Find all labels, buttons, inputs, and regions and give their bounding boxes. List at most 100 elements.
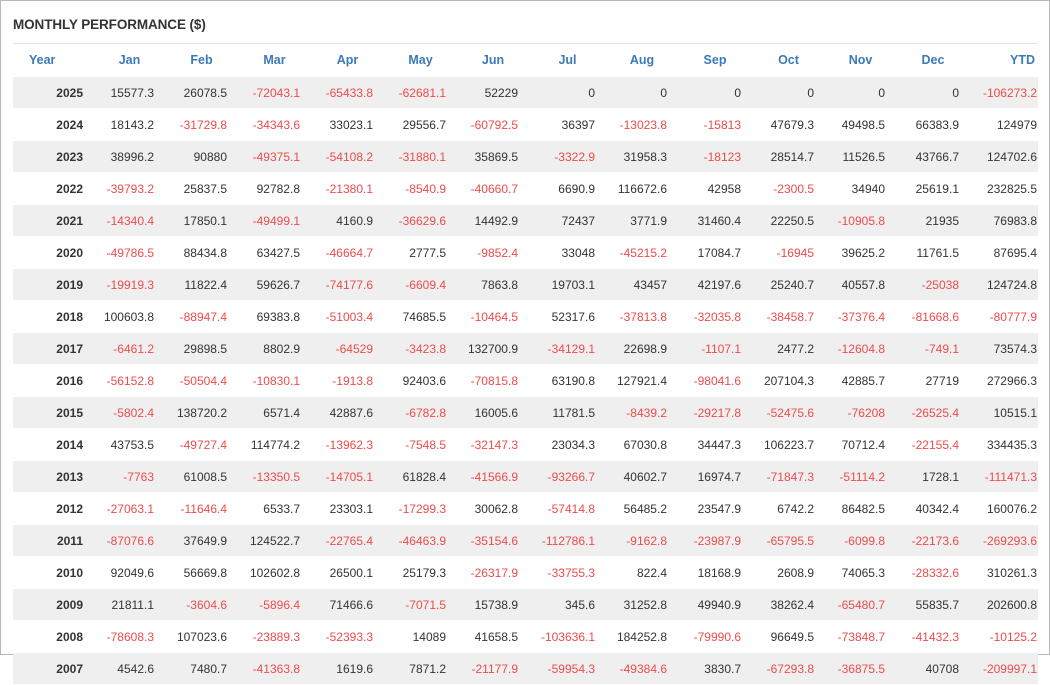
value-cell: -106273.2 bbox=[982, 85, 1037, 100]
value-cell: 41658.5 bbox=[474, 629, 518, 644]
value-cell: -12604.8 bbox=[837, 341, 885, 356]
value-cell: 0 bbox=[734, 85, 741, 100]
value-cell: -14705.1 bbox=[325, 469, 373, 484]
value-cell: 40708 bbox=[925, 661, 959, 676]
value-cell: 207104.3 bbox=[763, 373, 814, 388]
table-body: 2025 15577.3 26078.5 -72043.1 -65433.8 -62681… bbox=[13, 77, 1038, 685]
value-cell: 272966.3 bbox=[986, 373, 1037, 388]
value-cell: 39625.2 bbox=[841, 245, 885, 260]
value-cell: -32147.3 bbox=[470, 437, 518, 452]
table-row: 2013 -7763 61008.5 -13350.5 -14705.1 61828.4 -… bbox=[13, 461, 1038, 493]
value-cell: 11526.5 bbox=[842, 149, 886, 164]
value-cell: -36875.5 bbox=[837, 661, 885, 676]
value-cell: -40660.7 bbox=[470, 181, 518, 196]
value-cell: -25038 bbox=[921, 277, 959, 292]
year-cell: 2015 bbox=[56, 405, 83, 420]
value-cell: 107023.6 bbox=[176, 629, 227, 644]
value-cell: -3322.9 bbox=[554, 149, 595, 164]
value-cell: -13962.3 bbox=[325, 437, 373, 452]
column-header-dec: Dec bbox=[921, 53, 945, 67]
value-cell: 7480.7 bbox=[190, 661, 227, 676]
value-cell: 0 bbox=[878, 85, 885, 100]
value-cell: -41363.8 bbox=[252, 661, 300, 676]
value-cell: -13023.8 bbox=[619, 117, 667, 132]
value-cell: 10515.1 bbox=[993, 405, 1037, 420]
value-cell: 15738.9 bbox=[474, 597, 518, 612]
value-cell: 18168.9 bbox=[697, 565, 741, 580]
year-cell: 2022 bbox=[56, 181, 83, 196]
value-cell: 3771.9 bbox=[630, 213, 667, 228]
value-cell: 31252.8 bbox=[623, 597, 667, 612]
value-cell: 21935 bbox=[925, 213, 959, 228]
value-cell: -7763 bbox=[123, 469, 154, 484]
value-cell: -9852.4 bbox=[477, 245, 518, 260]
value-cell: 310261.3 bbox=[986, 565, 1037, 580]
value-cell: 59626.7 bbox=[256, 277, 300, 292]
value-cell: -52393.3 bbox=[325, 629, 373, 644]
value-cell: 29556.7 bbox=[402, 117, 446, 132]
value-cell: -56152.8 bbox=[106, 373, 154, 388]
year-cell: 2023 bbox=[56, 149, 83, 164]
year-cell: 2012 bbox=[56, 501, 83, 516]
value-cell: 52229 bbox=[484, 85, 518, 100]
value-cell: 63190.8 bbox=[551, 373, 595, 388]
value-cell: -19919.3 bbox=[106, 277, 154, 292]
value-cell: 19703.1 bbox=[551, 277, 595, 292]
value-cell: -71847.3 bbox=[766, 469, 814, 484]
value-cell: 102602.8 bbox=[249, 565, 300, 580]
value-cell: -22155.4 bbox=[911, 437, 959, 452]
value-cell: 72437 bbox=[561, 213, 595, 228]
value-cell: -23889.3 bbox=[252, 629, 300, 644]
value-cell: -65480.7 bbox=[837, 597, 885, 612]
value-cell: 14492.9 bbox=[474, 213, 518, 228]
value-cell: 25179.3 bbox=[402, 565, 446, 580]
value-cell: -67293.8 bbox=[766, 661, 814, 676]
value-cell: 21811.1 bbox=[111, 597, 155, 612]
column-header-jun: Jun bbox=[481, 53, 505, 67]
value-cell: -31729.8 bbox=[179, 117, 227, 132]
value-cell: -60792.5 bbox=[470, 117, 518, 132]
value-cell: -41432.3 bbox=[911, 629, 959, 644]
value-cell: -269293.6 bbox=[982, 533, 1037, 548]
value-cell: -27063.1 bbox=[106, 501, 154, 516]
table-row: 2022 -39793.2 25837.5 92782.8 -21380.1 -8540.… bbox=[13, 173, 1038, 205]
value-cell: 0 bbox=[660, 85, 667, 100]
table-row: 2019 -19919.3 11822.4 59626.7 -74177.6 -6609.… bbox=[13, 269, 1038, 301]
value-cell: -18123 bbox=[703, 149, 741, 164]
value-cell: -17299.3 bbox=[398, 501, 446, 516]
value-cell: 1728.1 bbox=[922, 469, 959, 484]
value-cell: -52475.6 bbox=[766, 405, 814, 420]
value-cell: -32035.8 bbox=[693, 309, 741, 324]
value-cell: -41566.9 bbox=[470, 469, 518, 484]
value-cell: -50504.4 bbox=[179, 373, 227, 388]
value-cell: -9162.8 bbox=[626, 533, 667, 548]
value-cell: 92403.6 bbox=[402, 373, 446, 388]
year-cell: 2021 bbox=[56, 213, 83, 228]
value-cell: 31460.4 bbox=[697, 213, 741, 228]
value-cell: -35154.6 bbox=[470, 533, 518, 548]
year-cell: 2020 bbox=[56, 245, 83, 260]
column-header-nov: Nov bbox=[848, 53, 873, 67]
value-cell: 61008.5 bbox=[183, 469, 227, 484]
value-cell: -15813 bbox=[703, 117, 741, 132]
year-cell: 2010 bbox=[56, 565, 83, 580]
value-cell: -7548.5 bbox=[405, 437, 446, 452]
table-row: 2014 43753.5 -49727.4 114774.2 -13962.3 -7548… bbox=[13, 429, 1038, 461]
value-cell: 2477.2 bbox=[777, 341, 814, 356]
value-cell: 127921.4 bbox=[616, 373, 667, 388]
value-cell: -3604.6 bbox=[186, 597, 227, 612]
value-cell: 6533.7 bbox=[263, 501, 300, 516]
table-row: 2010 92049.6 56669.8 102602.8 26500.1 25179.3… bbox=[13, 557, 1038, 589]
value-cell: 160076.2 bbox=[986, 501, 1037, 516]
value-cell: 100603.8 bbox=[103, 309, 154, 324]
value-cell: -13350.5 bbox=[252, 469, 300, 484]
value-cell: 33023.1 bbox=[329, 117, 373, 132]
value-cell: -1913.8 bbox=[332, 373, 373, 388]
value-cell: 40602.7 bbox=[623, 469, 667, 484]
year-cell: 2025 bbox=[56, 85, 83, 100]
year-cell: 2008 bbox=[56, 629, 83, 644]
value-cell: -28332.6 bbox=[911, 565, 959, 580]
value-cell: 11781.5 bbox=[552, 405, 596, 420]
value-cell: -111471.3 bbox=[984, 469, 1037, 484]
value-cell: -49499.1 bbox=[252, 213, 300, 228]
